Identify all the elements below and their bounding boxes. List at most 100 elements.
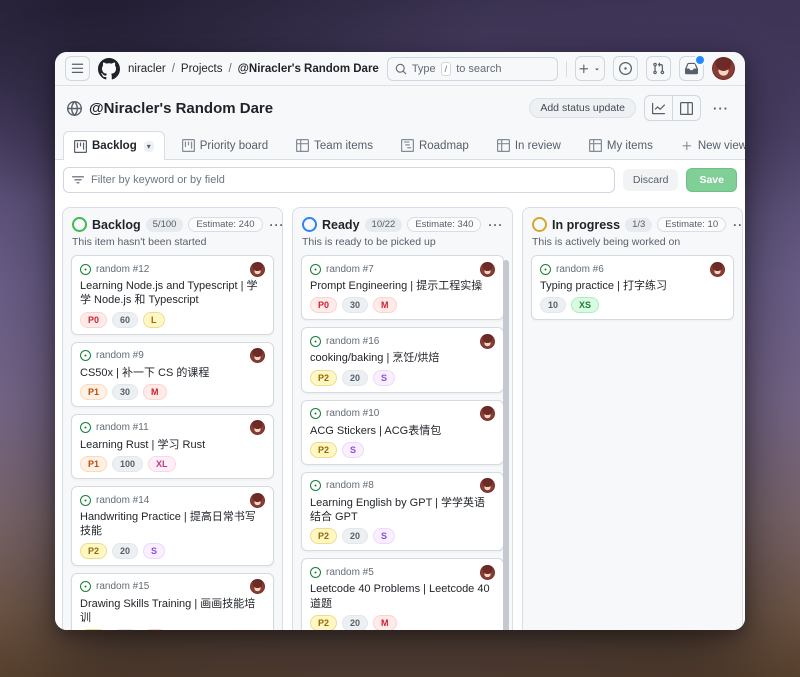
- issue-opened-icon: [310, 336, 321, 347]
- column-menu-button[interactable]: ···: [731, 219, 743, 231]
- github-logo[interactable]: [98, 58, 120, 80]
- label-pill: 30: [342, 297, 368, 313]
- project-card[interactable]: random #11 Learning Rust | 学习 Rust P1100…: [71, 414, 274, 479]
- tab-label: Priority board: [200, 140, 268, 152]
- assignee-avatar: [250, 348, 265, 363]
- column-menu-button[interactable]: ···: [486, 219, 505, 231]
- card-ref[interactable]: random #11: [96, 422, 149, 433]
- inbox-button[interactable]: [679, 56, 704, 81]
- card-header: random #9: [80, 349, 265, 363]
- tab-backlog[interactable]: Backlog ▾: [63, 131, 165, 160]
- search-placeholder-suffix: to search: [456, 63, 501, 75]
- breadcrumb-projects-link[interactable]: Projects: [181, 63, 223, 75]
- label-pill: P2: [310, 442, 337, 458]
- breadcrumb: niracler / Projects / @Niracler's Random…: [128, 63, 379, 75]
- card-ref[interactable]: random #6: [556, 264, 604, 275]
- discard-button[interactable]: Discard: [623, 169, 679, 191]
- project-card[interactable]: random #16 cooking/baking | 烹饪/烘焙 P220S: [301, 327, 504, 392]
- label-pill: 20: [342, 528, 368, 544]
- card-ref[interactable]: random #10: [326, 408, 379, 419]
- label-pill: P1: [80, 384, 107, 400]
- three-bars-icon: [71, 62, 84, 75]
- issues-button[interactable]: [613, 56, 638, 81]
- issue-opened-icon: [310, 408, 321, 419]
- column-count: 5/100: [146, 218, 184, 232]
- project-card[interactable]: random #9 CS50x | 补一下 CS 的课程 P130M: [71, 342, 274, 407]
- breadcrumb-project-link[interactable]: @Niracler's Random Dare: [238, 63, 379, 75]
- card-ref[interactable]: random #15: [96, 581, 149, 592]
- assignee-avatar: [480, 406, 495, 421]
- tab-in-review[interactable]: In review: [486, 131, 572, 159]
- card-ref[interactable]: random #5: [326, 567, 374, 578]
- card-ref[interactable]: random #12: [96, 264, 149, 275]
- desktop-background: niracler / Projects / @Niracler's Random…: [0, 0, 800, 677]
- column-menu-button[interactable]: ···: [268, 219, 283, 231]
- add-status-update-button[interactable]: Add status update: [529, 98, 636, 118]
- save-button[interactable]: Save: [686, 168, 737, 192]
- project-card[interactable]: random #8 Learning English by GPT | 学学英语…: [301, 472, 504, 552]
- project-menu-button[interactable]: ···: [709, 102, 733, 115]
- pull-requests-button[interactable]: [646, 56, 671, 81]
- label-pill: P2: [80, 543, 107, 559]
- filter-input[interactable]: Filter by keyword or by field: [63, 167, 615, 193]
- card-ref[interactable]: random #7: [326, 264, 374, 275]
- card-title: Leetcode 40 Problems | Leetcode 40 道题: [310, 582, 495, 611]
- new-view-button[interactable]: New view: [670, 131, 745, 159]
- card-title: Drawing Skills Training | 画画技能培训: [80, 597, 265, 626]
- card-ref[interactable]: random #9: [96, 350, 144, 361]
- card-title: Typing practice | 打字练习: [540, 279, 725, 293]
- create-new-button[interactable]: [575, 56, 605, 81]
- side-panel-button[interactable]: [673, 96, 700, 120]
- project-header: @Niracler's Random Dare Add status updat…: [55, 86, 745, 126]
- navbar-divider: [566, 61, 567, 77]
- insights-button[interactable]: [645, 96, 672, 120]
- card-list: random #12 Learning Node.js and Typescri…: [63, 255, 282, 630]
- project-card[interactable]: random #7 Prompt Engineering | 提示工程实操 P0…: [301, 255, 504, 320]
- issue-opened-icon: [80, 495, 91, 506]
- project-card[interactable]: random #14 Handwriting Practice | 提高日常书写…: [71, 486, 274, 566]
- issue-opened-icon: [619, 62, 632, 75]
- label-row: P220M: [310, 615, 495, 630]
- search-icon: [395, 63, 407, 75]
- card-header: random #10: [310, 407, 495, 421]
- project-header-actions: Add status update ···: [529, 95, 733, 121]
- label-row: P230M: [80, 629, 265, 630]
- column-name: Backlog: [92, 218, 141, 232]
- card-ref[interactable]: random #16: [326, 336, 379, 347]
- column-status-dot: [302, 217, 317, 232]
- label-pill: M: [373, 615, 397, 630]
- card-header: random #5: [310, 565, 495, 579]
- global-search-input[interactable]: Type / to search: [387, 57, 558, 81]
- column-name: In progress: [552, 218, 620, 232]
- project-board-icon: [182, 139, 195, 152]
- view-toggle-group: [644, 95, 701, 121]
- column-scrollbar[interactable]: [503, 260, 509, 630]
- label-pill: 60: [112, 312, 138, 328]
- issue-opened-icon: [80, 422, 91, 433]
- tab-team-items[interactable]: Team items: [285, 131, 384, 159]
- column-estimate: Estimate: 240: [188, 217, 262, 232]
- breadcrumb-user-link[interactable]: niracler: [128, 63, 166, 75]
- hamburger-menu-button[interactable]: [65, 56, 90, 81]
- tab-dropdown-caret[interactable]: ▾: [144, 141, 154, 152]
- label-pill: M: [373, 297, 397, 313]
- assignee-avatar: [480, 334, 495, 349]
- label-row: P030M: [310, 297, 495, 313]
- project-card[interactable]: random #12 Learning Node.js and Typescri…: [71, 255, 274, 335]
- project-card[interactable]: random #6 Typing practice | 打字练习 10XS: [531, 255, 734, 320]
- label-pill: XL: [148, 456, 176, 472]
- issue-opened-icon: [310, 264, 321, 275]
- column-status-dot: [72, 217, 87, 232]
- tab-priority-board[interactable]: Priority board: [171, 131, 279, 159]
- card-ref[interactable]: random #8: [326, 480, 374, 491]
- project-card[interactable]: random #5 Leetcode 40 Problems | Leetcod…: [301, 558, 504, 630]
- column-estimate: Estimate: 340: [407, 217, 481, 232]
- tab-my-items[interactable]: My items: [578, 131, 664, 159]
- user-avatar[interactable]: [712, 57, 735, 80]
- project-card[interactable]: random #15 Drawing Skills Training | 画画技…: [71, 573, 274, 630]
- project-card[interactable]: random #10 ACG Stickers | ACG表情包 P2S: [301, 400, 504, 465]
- tab-roadmap[interactable]: Roadmap: [390, 131, 480, 159]
- github-projects-window: niracler / Projects / @Niracler's Random…: [55, 52, 745, 630]
- search-placeholder-prefix: Type: [412, 63, 436, 75]
- card-ref[interactable]: random #14: [96, 495, 149, 506]
